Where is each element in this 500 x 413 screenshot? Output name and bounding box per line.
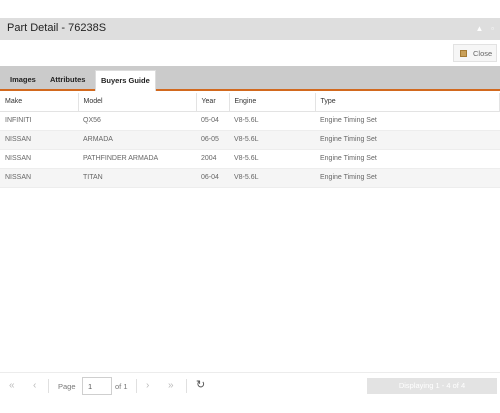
tab-attributes[interactable]: Attributes (45, 70, 90, 89)
table-row[interactable]: NISSAN TITAN 06-04 V8-5.6L Engine Timing… (0, 168, 500, 188)
previous-page-icon[interactable]: ‹ (33, 380, 36, 391)
cell-model: PATHFINDER ARMADA (78, 149, 196, 169)
page-number-input[interactable] (82, 377, 112, 395)
page-label: Page (58, 382, 76, 391)
page-count-label: of 1 (115, 382, 128, 391)
column-header-model[interactable]: Model (78, 93, 197, 112)
cell-type: Engine Timing Set (315, 149, 500, 169)
window-titlebar: Part Detail - 76238S ▲ ▫ (0, 18, 500, 40)
window-title: Part Detail - 76238S (7, 22, 107, 34)
cell-engine: V8-5.6L (229, 149, 315, 169)
column-header-year[interactable]: Year (196, 93, 230, 112)
grid-header-row: Make Model Year Engine Type (0, 93, 500, 112)
close-button[interactable]: Close (453, 44, 497, 62)
cell-engine: V8-5.6L (229, 111, 315, 131)
first-page-icon[interactable]: « (9, 380, 15, 391)
paging-display-info: Displaying 1 - 4 of 4 (367, 378, 497, 394)
pager-divider (186, 379, 187, 393)
column-header-make[interactable]: Make (0, 93, 79, 112)
tab-buyers-guide[interactable]: Buyers Guide (95, 70, 156, 91)
cell-make: NISSAN (0, 168, 78, 188)
cell-make: NISSAN (0, 130, 78, 150)
refresh-icon[interactable]: ↻ (196, 378, 205, 391)
cell-type: Engine Timing Set (315, 130, 500, 150)
cell-make: NISSAN (0, 149, 78, 169)
buyers-guide-grid: Make Model Year Engine Type INFINITI QX5… (0, 93, 500, 188)
collapse-icon[interactable]: ▲ (475, 24, 484, 33)
pager-divider (136, 379, 137, 393)
maximize-icon[interactable]: ▫ (488, 24, 497, 33)
cell-model: TITAN (78, 168, 196, 188)
table-row[interactable]: NISSAN PATHFINDER ARMADA 2004 V8-5.6L En… (0, 149, 500, 169)
cell-year: 06-04 (196, 168, 229, 188)
tab-images[interactable]: Images (5, 70, 41, 89)
cell-type: Engine Timing Set (315, 111, 500, 131)
last-page-icon[interactable]: » (168, 380, 174, 391)
next-page-icon[interactable]: › (146, 380, 149, 391)
pager-divider (48, 379, 49, 393)
cell-year: 06-05 (196, 130, 229, 150)
cell-year: 2004 (196, 149, 229, 169)
cell-engine: V8-5.6L (229, 130, 315, 150)
window-toolbar: Close (0, 40, 500, 66)
table-row[interactable]: NISSAN ARMADA 06-05 V8-5.6L Engine Timin… (0, 130, 500, 150)
cell-engine: V8-5.6L (229, 168, 315, 188)
cell-type: Engine Timing Set (315, 168, 500, 188)
close-button-label: Close (473, 49, 493, 58)
cell-model: QX56 (78, 111, 196, 131)
close-icon (460, 50, 467, 57)
column-header-engine[interactable]: Engine (229, 93, 316, 112)
paging-toolbar: « ‹ Page of 1 › » ↻ Displaying 1 - 4 of … (0, 372, 500, 398)
column-header-type[interactable]: Type (315, 93, 500, 112)
tab-bar: Images Attributes Buyers Guide (0, 66, 500, 91)
table-row[interactable]: INFINITI QX56 05-04 V8-5.6L Engine Timin… (0, 111, 500, 131)
cell-year: 05-04 (196, 111, 229, 131)
cell-model: ARMADA (78, 130, 196, 150)
cell-make: INFINITI (0, 111, 78, 131)
